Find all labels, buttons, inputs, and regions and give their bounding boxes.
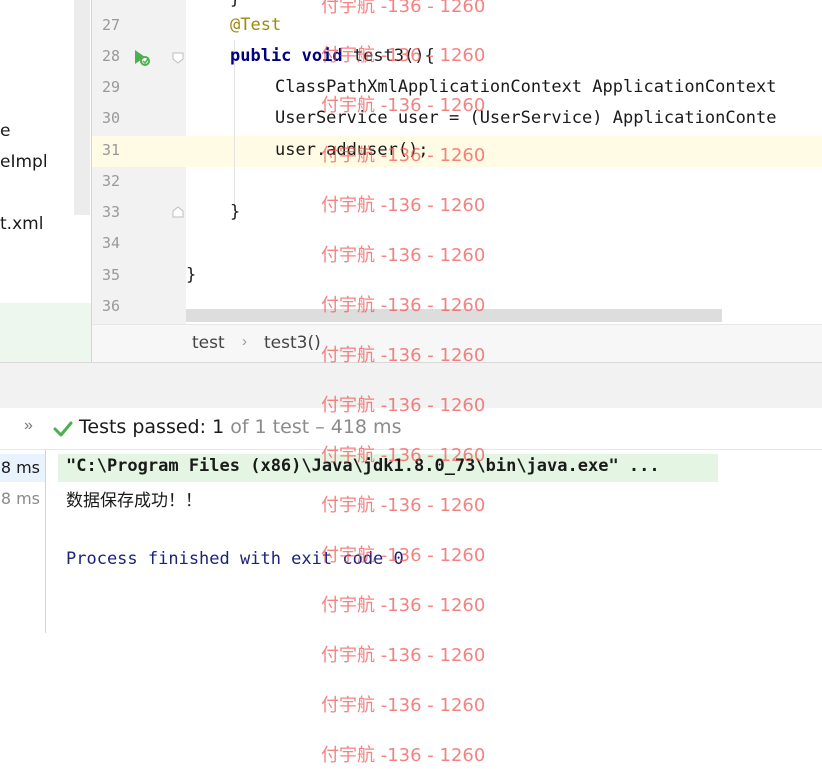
project-tree-scrollbar[interactable] bbox=[74, 0, 90, 215]
status-label: Tests passed: bbox=[79, 416, 207, 438]
test-status-text: Tests passed: 1 of 1 test – 418 ms bbox=[79, 416, 401, 438]
line-number: 29 bbox=[101, 78, 120, 96]
keyword: public bbox=[230, 46, 292, 66]
code-line-method: public void test3(){ bbox=[230, 41, 435, 72]
breadcrumb-item[interactable]: test3() bbox=[264, 333, 321, 353]
console-output[interactable]: "C:\Program Files (x86)\Java\jdk1.8.0_73… bbox=[46, 450, 822, 769]
code-line: user.adduser(); bbox=[275, 140, 429, 160]
expand-toolbar-button[interactable]: » bbox=[24, 417, 33, 435]
run-test-icon[interactable] bbox=[131, 47, 151, 67]
method-signature: test3(){ bbox=[342, 46, 435, 66]
breadcrumb: test › test3() bbox=[92, 324, 822, 363]
line-number: 31 bbox=[101, 141, 120, 159]
editor-horizontal-scrollbar[interactable] bbox=[186, 309, 722, 322]
code-line: } bbox=[230, 202, 241, 222]
check-icon bbox=[53, 421, 73, 437]
status-detail: of 1 test – 418 ms bbox=[230, 416, 402, 438]
run-tool-window-header bbox=[0, 362, 822, 409]
test-results-tree: 8 ms 8 ms bbox=[0, 450, 46, 633]
test-duration[interactable]: 8 ms bbox=[1, 458, 40, 477]
code-line: } bbox=[186, 265, 197, 285]
test-status-bar: » Tests passed: 1 of 1 test – 418 ms bbox=[0, 408, 822, 450]
line-number: 34 bbox=[101, 234, 120, 252]
line-number: 32 bbox=[101, 172, 120, 190]
console-output-line: 数据保存成功！！ bbox=[66, 491, 202, 511]
line-number: 27 bbox=[101, 16, 120, 34]
line-number: 30 bbox=[101, 109, 120, 127]
status-count: 1 bbox=[212, 416, 225, 438]
console-exit-line: Process finished with exit code 0 bbox=[66, 549, 404, 569]
line-number: 28 bbox=[101, 47, 120, 65]
breadcrumb-item[interactable]: test bbox=[192, 333, 225, 353]
test-duration[interactable]: 8 ms bbox=[1, 489, 40, 508]
tree-selected-row[interactable] bbox=[0, 303, 91, 362]
tree-item[interactable]: eImpl bbox=[0, 152, 48, 172]
line-number: 35 bbox=[101, 266, 120, 284]
breadcrumb-separator: › bbox=[242, 333, 247, 350]
code-line-annotation: @Test bbox=[230, 15, 282, 35]
project-tree-panel: e eImpl t.xml bbox=[0, 0, 91, 362]
code-line: UserService user = (UserService) Applica… bbox=[275, 108, 777, 128]
tree-item[interactable]: t.xml bbox=[0, 214, 43, 234]
line-number: 33 bbox=[101, 203, 120, 221]
keyword: void bbox=[301, 46, 343, 66]
code-editor[interactable]: } @Test public void test3(){ ClassPathXm… bbox=[186, 0, 822, 324]
console-command-line[interactable]: "C:\Program Files (x86)\Java\jdk1.8.0_73… bbox=[66, 456, 660, 476]
tree-item[interactable]: e bbox=[0, 121, 10, 141]
code-line: ClassPathXmlApplicationContext Applicati… bbox=[275, 77, 777, 97]
line-number: 36 bbox=[101, 297, 120, 315]
fold-marker-icon[interactable] bbox=[172, 206, 184, 218]
fold-marker-icon[interactable] bbox=[172, 52, 184, 64]
